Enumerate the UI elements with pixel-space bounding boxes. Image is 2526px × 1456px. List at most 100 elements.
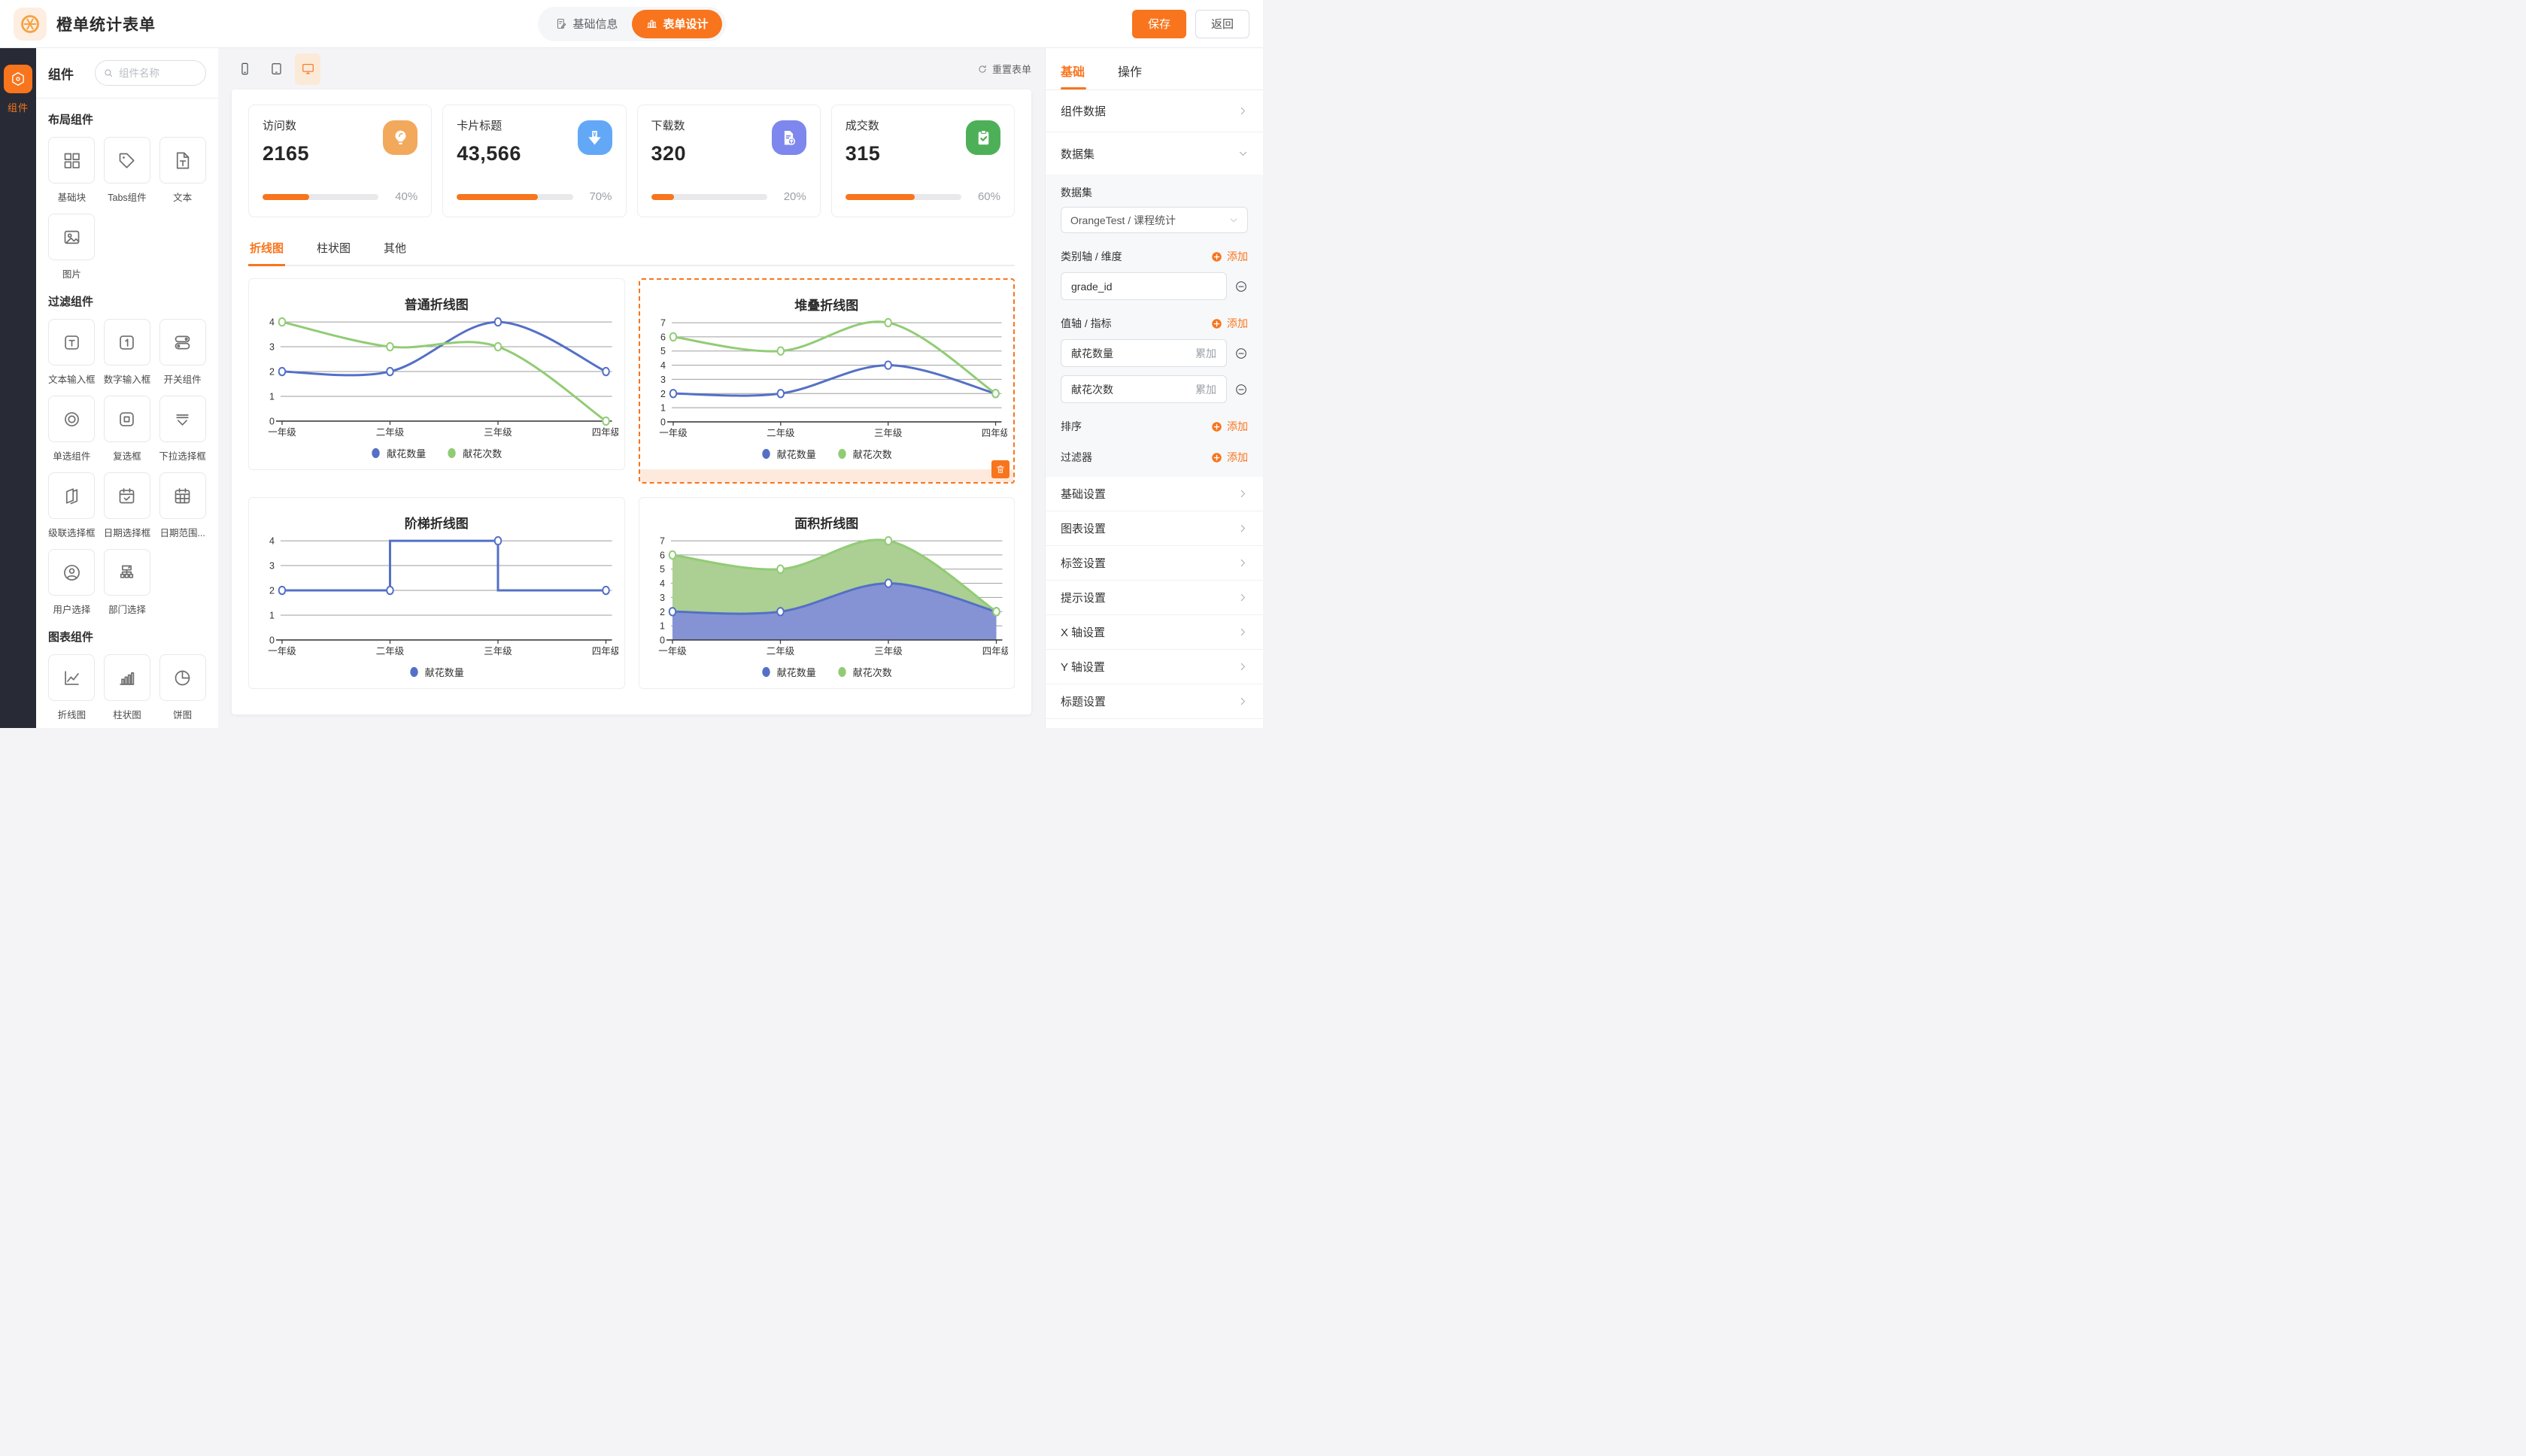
axis-field-box[interactable]: grade_id <box>1061 272 1227 300</box>
settings-row[interactable]: 提示设置 <box>1046 581 1263 615</box>
chart-type-tab[interactable]: 柱状图 <box>315 234 352 265</box>
settings-row-label: 标题设置 <box>1061 693 1106 709</box>
chart-card[interactable]: 阶梯折线图01234一年级二年级三年级四年级献花数量 <box>248 497 625 689</box>
component-item[interactable]: 数字输入框 <box>104 319 151 386</box>
settings-tab[interactable]: 操作 <box>1118 62 1142 89</box>
legend-label: 献花数量 <box>425 665 464 679</box>
value-fields-list: 献花数量累加献花次数累加 <box>1061 339 1248 403</box>
component-item[interactable]: 用户选择 <box>48 549 96 616</box>
legend-item[interactable]: 献花次数 <box>837 665 892 679</box>
legend-item[interactable]: 献花数量 <box>761 665 816 679</box>
component-label: 用户选择 <box>53 602 90 616</box>
dataset-config-block: 数据集 OrangeTest / 课程统计 类别轴 / 维度 添加 grade_… <box>1046 174 1263 477</box>
component-item[interactable]: 下拉选择框 <box>159 396 206 463</box>
axis-field-box[interactable]: 献花次数累加 <box>1061 375 1227 403</box>
save-button[interactable]: 保存 <box>1132 10 1186 38</box>
component-item[interactable]: 折线图 <box>48 654 96 721</box>
svg-text:三年级: 三年级 <box>484 427 512 438</box>
svg-text:四年级: 四年级 <box>982 646 1008 657</box>
chart-card[interactable]: 面积折线图01234567一年级二年级三年级四年级献花数量献花次数 <box>639 497 1016 689</box>
add-filter-button[interactable]: 添加 <box>1211 450 1248 465</box>
settings-row-label: 提示设置 <box>1061 590 1106 605</box>
chart-type-tab[interactable]: 折线图 <box>248 234 285 266</box>
progress-fill <box>846 194 915 200</box>
stat-progress: 70% <box>457 190 612 203</box>
component-data-label: 组件数据 <box>1061 103 1106 119</box>
reset-form-button[interactable]: 重置表单 <box>977 62 1031 76</box>
add-category-field-button[interactable]: 添加 <box>1211 249 1248 264</box>
chart-plot: 01234一年级二年级三年级四年级 <box>255 533 618 660</box>
settings-tab[interactable]: 基础 <box>1061 62 1085 89</box>
svg-text:三年级: 三年级 <box>874 646 903 657</box>
chart-card[interactable]: 普通折线图01234一年级二年级三年级四年级献花数量献花次数 <box>248 278 625 470</box>
chart-type-tab[interactable]: 其他 <box>382 234 408 265</box>
stat-card[interactable]: 卡片标题43,566¥70% <box>442 105 626 217</box>
settings-row[interactable]: X 轴设置 <box>1046 615 1263 650</box>
dataset-select[interactable]: OrangeTest / 课程统计 <box>1061 207 1248 233</box>
chart-plot-area: 01234一年级二年级三年级四年级 <box>255 533 618 663</box>
component-label: 下拉选择框 <box>159 448 206 463</box>
stat-card[interactable]: 成交数31560% <box>831 105 1015 217</box>
settings-row[interactable]: 图表设置 <box>1046 511 1263 546</box>
component-item[interactable]: 文本 <box>159 137 206 204</box>
chevron-down-icon <box>1238 149 1248 159</box>
component-item[interactable]: 单选组件 <box>48 396 96 463</box>
tab-basic-info-label: 基础信息 <box>572 16 618 32</box>
settings-row[interactable]: Y 轴设置 <box>1046 650 1263 684</box>
svg-text:5: 5 <box>660 564 665 575</box>
component-grid: 折线图柱状图饼图 <box>48 654 206 721</box>
component-item[interactable]: Tabs组件 <box>104 137 151 204</box>
component-item[interactable]: 日期选择框 <box>104 472 151 539</box>
component-item[interactable]: 日期范围... <box>159 472 206 539</box>
legend-item[interactable]: 献花数量 <box>761 447 816 461</box>
stat-card[interactable]: 访问数216540% <box>248 105 432 217</box>
back-button[interactable]: 返回 <box>1195 10 1249 38</box>
component-item[interactable]: 开关组件 <box>159 319 206 386</box>
stat-card[interactable]: 下载数32020% <box>637 105 821 217</box>
chart-plot: 01234567一年级二年级三年级四年级 <box>646 315 1008 441</box>
legend-item[interactable]: 献花数量 <box>409 665 464 679</box>
component-item[interactable]: 级联选择框 <box>48 472 96 539</box>
remove-field-button[interactable] <box>1234 383 1248 396</box>
settings-row[interactable]: 基础设置 <box>1046 477 1263 511</box>
component-item[interactable]: 复选框 <box>104 396 151 463</box>
legend-item[interactable]: 献花次数 <box>447 446 502 460</box>
component-item[interactable]: 基础块 <box>48 137 96 204</box>
add-sort-button[interactable]: 添加 <box>1211 419 1248 434</box>
component-item[interactable]: 柱状图 <box>104 654 151 721</box>
svg-text:3: 3 <box>660 375 666 385</box>
tab-form-design-label: 表单设计 <box>663 16 709 32</box>
svg-text:0: 0 <box>660 417 666 427</box>
svg-text:1: 1 <box>660 403 666 414</box>
chart-card[interactable]: 堆叠折线图01234567一年级二年级三年级四年级献花数量献花次数 <box>639 278 1016 484</box>
tab-basic-info[interactable]: 基础信息 <box>541 10 631 38</box>
remove-field-button[interactable] <box>1234 347 1248 360</box>
device-mobile-button[interactable] <box>232 53 257 85</box>
axis-field-box[interactable]: 献花数量累加 <box>1061 339 1227 367</box>
component-data-row[interactable]: 组件数据 <box>1046 90 1263 132</box>
bar-chart-mini-icon <box>645 17 658 30</box>
axis-field-aggregation: 累加 <box>1195 382 1216 397</box>
component-label: 开关组件 <box>164 372 202 386</box>
add-value-field-button[interactable]: 添加 <box>1211 316 1248 331</box>
component-item[interactable]: 部门选择 <box>104 549 151 616</box>
rail-components-button[interactable] <box>4 65 32 93</box>
component-card <box>159 319 206 366</box>
dataset-section-row[interactable]: 数据集 <box>1046 132 1263 174</box>
component-item[interactable]: 图片 <box>48 214 96 281</box>
device-tablet-button[interactable] <box>263 53 289 85</box>
legend-label: 献花数量 <box>777 447 816 461</box>
tab-form-design[interactable]: 表单设计 <box>632 10 722 38</box>
dataset-section-label: 数据集 <box>1061 146 1094 162</box>
delete-chart-button[interactable] <box>991 460 1009 478</box>
device-desktop-button[interactable] <box>295 53 320 85</box>
svg-text:二年级: 二年级 <box>766 646 794 657</box>
component-card <box>48 319 95 366</box>
settings-row[interactable]: 标签设置 <box>1046 546 1263 581</box>
remove-field-button[interactable] <box>1234 280 1248 293</box>
component-item[interactable]: 饼图 <box>159 654 206 721</box>
legend-item[interactable]: 献花次数 <box>837 447 892 461</box>
legend-item[interactable]: 献花数量 <box>371 446 426 460</box>
settings-row[interactable]: 标题设置 <box>1046 684 1263 719</box>
component-item[interactable]: 文本输入框 <box>48 319 96 386</box>
